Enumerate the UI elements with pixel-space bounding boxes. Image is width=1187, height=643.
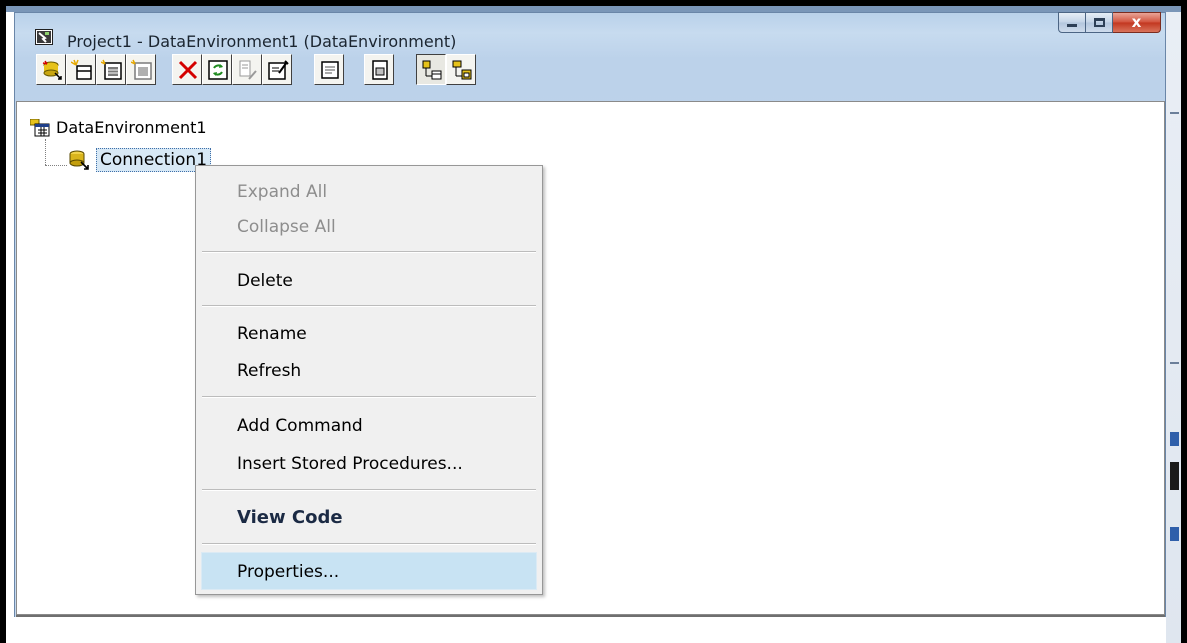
tree-connector-horizontal bbox=[45, 165, 67, 166]
tree-root-label: DataEnvironment1 bbox=[56, 118, 207, 137]
tree-connector-vertical bbox=[45, 139, 46, 165]
add-child-command-button[interactable] bbox=[126, 54, 156, 85]
screenshot-border-left bbox=[0, 0, 6, 643]
menu-item-collapse-all[interactable]: Collapse All bbox=[237, 217, 336, 237]
menu-item-insert-stored-procedures[interactable]: Insert Stored Procedures... bbox=[237, 454, 463, 474]
arrange-by-objects-icon bbox=[422, 60, 442, 80]
design-icon bbox=[239, 60, 257, 80]
menu-separator bbox=[202, 251, 536, 253]
add-connection-icon bbox=[42, 60, 62, 80]
data-environment-icon bbox=[30, 118, 50, 136]
refresh-button[interactable] bbox=[202, 54, 232, 85]
properties-icon bbox=[268, 60, 289, 80]
menu-separator bbox=[202, 489, 536, 491]
menu-separator bbox=[202, 396, 536, 398]
object-view-button[interactable] bbox=[364, 54, 394, 85]
arrange-by-objects-button[interactable] bbox=[416, 54, 446, 85]
minimize-button[interactable] bbox=[1058, 12, 1086, 33]
menu-separator bbox=[202, 305, 536, 307]
delete-icon bbox=[178, 60, 198, 80]
add-connection-button[interactable] bbox=[36, 54, 66, 85]
menu-item-add-command[interactable]: Add Command bbox=[237, 416, 363, 436]
view-code-button[interactable] bbox=[314, 54, 344, 85]
connection-icon bbox=[69, 150, 89, 170]
object-view-icon bbox=[372, 60, 388, 80]
tree-child-label: Connection1 bbox=[96, 148, 212, 172]
delete-button[interactable] bbox=[172, 54, 202, 85]
close-icon: x bbox=[1131, 13, 1142, 31]
window-title: Project1 - DataEnvironment1 (DataEnviron… bbox=[67, 32, 457, 51]
maximize-button[interactable] bbox=[1086, 12, 1113, 33]
background-window-right bbox=[1166, 12, 1181, 643]
window-bottom-area bbox=[14, 617, 1166, 643]
menu-separator bbox=[202, 543, 536, 545]
menu-item-view-code[interactable]: View Code bbox=[237, 507, 343, 528]
screenshot-border-right bbox=[1181, 0, 1187, 643]
menu-item-delete[interactable]: Delete bbox=[237, 271, 293, 291]
caption-buttons: x bbox=[1058, 12, 1161, 34]
data-environment-app-icon bbox=[35, 29, 53, 45]
add-command-button[interactable] bbox=[66, 54, 96, 85]
maximize-icon bbox=[1093, 18, 1105, 27]
add-child-command-icon bbox=[131, 59, 152, 80]
minimize-icon bbox=[1067, 24, 1077, 27]
context-menu: Expand All Collapse All Delete Rename Re… bbox=[195, 165, 543, 595]
view-code-icon bbox=[321, 61, 339, 79]
close-button[interactable]: x bbox=[1113, 12, 1161, 33]
refresh-icon bbox=[208, 60, 228, 80]
designer-tree-pane[interactable] bbox=[16, 101, 1165, 615]
menu-item-rename[interactable]: Rename bbox=[237, 324, 307, 344]
add-command-icon bbox=[71, 59, 92, 80]
menu-item-properties[interactable]: Properties... bbox=[237, 562, 339, 582]
menu-item-expand-all[interactable]: Expand All bbox=[237, 182, 327, 202]
insert-stored-procedures-button[interactable] bbox=[96, 54, 126, 85]
menu-item-refresh[interactable]: Refresh bbox=[237, 361, 301, 381]
properties-button[interactable] bbox=[262, 54, 292, 85]
arrange-by-connections-icon bbox=[452, 60, 472, 80]
arrange-by-connections-button[interactable] bbox=[446, 54, 476, 85]
tree-node-dataenvironment1[interactable]: DataEnvironment1 bbox=[30, 118, 207, 137]
design-button[interactable] bbox=[232, 54, 262, 85]
insert-stored-procedures-icon bbox=[101, 59, 122, 80]
title-bar[interactable]: Project1 - DataEnvironment1 (DataEnviron… bbox=[15, 13, 1165, 55]
tree-node-connection1[interactable]: Connection1 bbox=[68, 148, 212, 172]
